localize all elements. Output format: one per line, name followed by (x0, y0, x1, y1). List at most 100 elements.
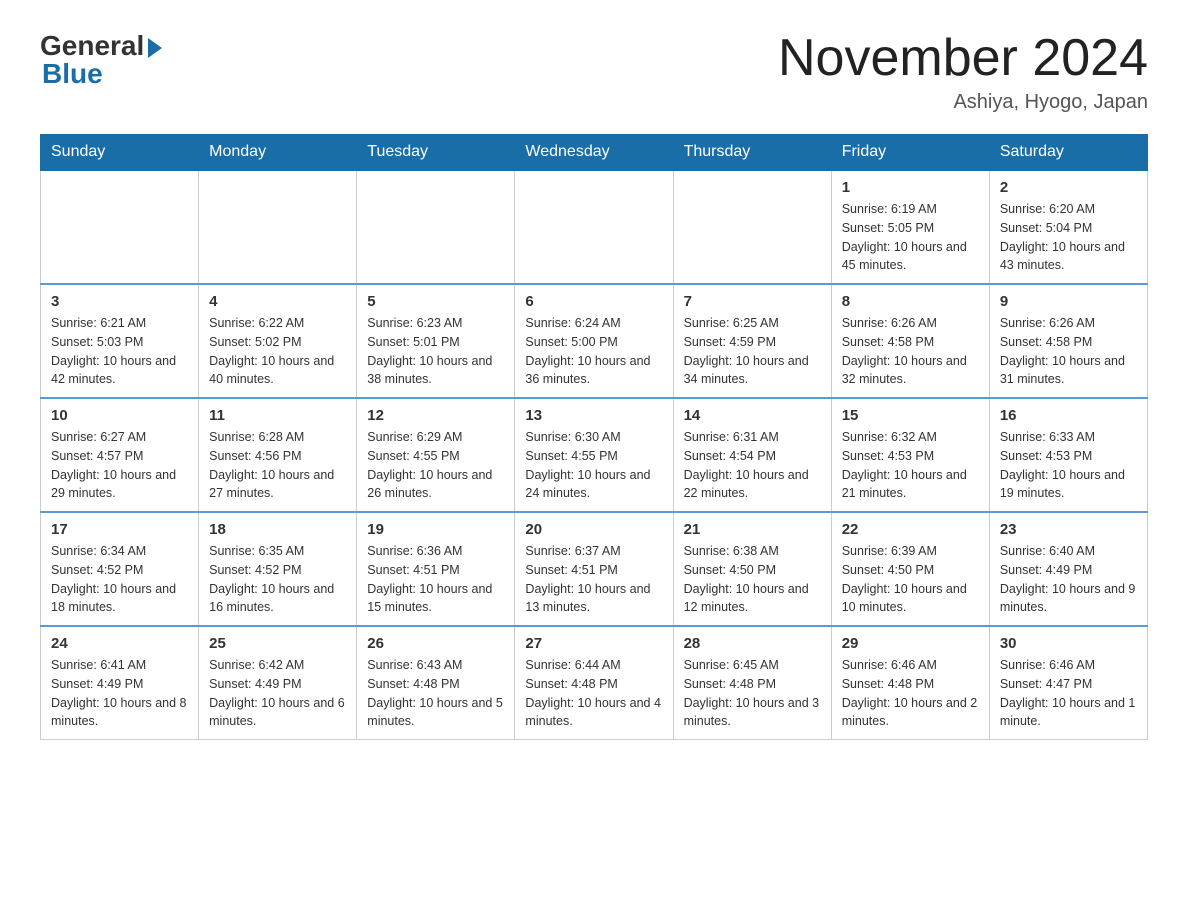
day-number: 29 (842, 635, 979, 652)
day-info: Sunrise: 6:36 AM Sunset: 4:51 PM Dayligh… (367, 542, 504, 617)
weekday-header-wednesday: Wednesday (515, 135, 673, 171)
calendar-table: SundayMondayTuesdayWednesdayThursdayFrid… (40, 134, 1148, 740)
calendar-cell (199, 170, 357, 284)
day-info: Sunrise: 6:46 AM Sunset: 4:47 PM Dayligh… (1000, 656, 1137, 731)
week-row-2: 3 Sunrise: 6:21 AM Sunset: 5:03 PM Daylig… (41, 284, 1148, 398)
day-info: Sunrise: 6:32 AM Sunset: 4:53 PM Dayligh… (842, 428, 979, 503)
calendar-cell: 23 Sunrise: 6:40 AM Sunset: 4:49 PM Dayli… (989, 512, 1147, 626)
weekday-header-sunday: Sunday (41, 135, 199, 171)
day-info: Sunrise: 6:44 AM Sunset: 4:48 PM Dayligh… (525, 656, 662, 731)
day-info: Sunrise: 6:31 AM Sunset: 4:54 PM Dayligh… (684, 428, 821, 503)
day-number: 7 (684, 293, 821, 310)
location-text: Ashiya, Hyogo, Japan (778, 91, 1148, 114)
week-row-4: 17 Sunrise: 6:34 AM Sunset: 4:52 PM Dayli… (41, 512, 1148, 626)
calendar-cell: 10 Sunrise: 6:27 AM Sunset: 4:57 PM Dayli… (41, 398, 199, 512)
day-number: 30 (1000, 635, 1137, 652)
day-info: Sunrise: 6:41 AM Sunset: 4:49 PM Dayligh… (51, 656, 188, 731)
calendar-cell: 13Sunrise: 6:30 AM Sunset: 4:55 PM Dayli… (515, 398, 673, 512)
day-number: 8 (842, 293, 979, 310)
day-info: Sunrise: 6:22 AM Sunset: 5:02 PM Dayligh… (209, 314, 346, 389)
calendar-cell: 6 Sunrise: 6:24 AM Sunset: 5:00 PM Daylig… (515, 284, 673, 398)
day-number: 17 (51, 521, 188, 538)
day-number: 15 (842, 407, 979, 424)
day-number: 11 (209, 407, 346, 424)
calendar-cell: 14 Sunrise: 6:31 AM Sunset: 4:54 PM Dayli… (673, 398, 831, 512)
calendar-cell: 26 Sunrise: 6:43 AM Sunset: 4:48 PM Dayli… (357, 626, 515, 740)
calendar-cell (357, 170, 515, 284)
page-header: General Blue November 2024 Ashiya, Hyogo… (40, 30, 1148, 114)
calendar-cell: 2 Sunrise: 6:20 AM Sunset: 5:04 PM Daylig… (989, 170, 1147, 284)
day-info: Sunrise: 6:43 AM Sunset: 4:48 PM Dayligh… (367, 656, 504, 731)
day-info: Sunrise: 6:46 AM Sunset: 4:48 PM Dayligh… (842, 656, 979, 731)
day-number: 26 (367, 635, 504, 652)
week-row-5: 24 Sunrise: 6:41 AM Sunset: 4:49 PM Dayli… (41, 626, 1148, 740)
weekday-header-friday: Friday (831, 135, 989, 171)
calendar-cell: 12 Sunrise: 6:29 AM Sunset: 4:55 PM Dayli… (357, 398, 515, 512)
day-number: 9 (1000, 293, 1137, 310)
day-info: Sunrise: 6:27 AM Sunset: 4:57 PM Dayligh… (51, 428, 188, 503)
day-number: 18 (209, 521, 346, 538)
week-row-3: 10 Sunrise: 6:27 AM Sunset: 4:57 PM Dayli… (41, 398, 1148, 512)
day-info: Sunrise: 6:38 AM Sunset: 4:50 PM Dayligh… (684, 542, 821, 617)
day-number: 21 (684, 521, 821, 538)
day-info: Sunrise: 6:39 AM Sunset: 4:50 PM Dayligh… (842, 542, 979, 617)
calendar-cell: 15 Sunrise: 6:32 AM Sunset: 4:53 PM Dayli… (831, 398, 989, 512)
calendar-cell (673, 170, 831, 284)
day-number: 27 (525, 635, 662, 652)
day-number: 10 (51, 407, 188, 424)
day-number: 14 (684, 407, 821, 424)
day-number: 23 (1000, 521, 1137, 538)
calendar-cell: 27 Sunrise: 6:44 AM Sunset: 4:48 PM Dayli… (515, 626, 673, 740)
calendar-cell: 4Sunrise: 6:22 AM Sunset: 5:02 PM Daylig… (199, 284, 357, 398)
calendar-cell: 3 Sunrise: 6:21 AM Sunset: 5:03 PM Daylig… (41, 284, 199, 398)
day-info: Sunrise: 6:29 AM Sunset: 4:55 PM Dayligh… (367, 428, 504, 503)
day-info: Sunrise: 6:23 AM Sunset: 5:01 PM Dayligh… (367, 314, 504, 389)
month-title: November 2024 (778, 30, 1148, 87)
day-number: 6 (525, 293, 662, 310)
day-number: 24 (51, 635, 188, 652)
week-row-1: 1 Sunrise: 6:19 AM Sunset: 5:05 PM Daylig… (41, 170, 1148, 284)
day-number: 5 (367, 293, 504, 310)
logo-blue-text: Blue (42, 58, 103, 90)
day-number: 1 (842, 179, 979, 196)
day-info: Sunrise: 6:25 AM Sunset: 4:59 PM Dayligh… (684, 314, 821, 389)
calendar-cell: 1 Sunrise: 6:19 AM Sunset: 5:05 PM Daylig… (831, 170, 989, 284)
day-info: Sunrise: 6:34 AM Sunset: 4:52 PM Dayligh… (51, 542, 188, 617)
day-info: Sunrise: 6:37 AM Sunset: 4:51 PM Dayligh… (525, 542, 662, 617)
calendar-cell: 11 Sunrise: 6:28 AM Sunset: 4:56 PM Dayli… (199, 398, 357, 512)
day-number: 25 (209, 635, 346, 652)
weekday-header-tuesday: Tuesday (357, 135, 515, 171)
day-info: Sunrise: 6:24 AM Sunset: 5:00 PM Dayligh… (525, 314, 662, 389)
calendar-cell: 22Sunrise: 6:39 AM Sunset: 4:50 PM Dayli… (831, 512, 989, 626)
day-info: Sunrise: 6:20 AM Sunset: 5:04 PM Dayligh… (1000, 200, 1137, 275)
day-number: 16 (1000, 407, 1137, 424)
calendar-cell: 9 Sunrise: 6:26 AM Sunset: 4:58 PM Daylig… (989, 284, 1147, 398)
day-number: 2 (1000, 179, 1137, 196)
calendar-cell: 28Sunrise: 6:45 AM Sunset: 4:48 PM Dayli… (673, 626, 831, 740)
calendar-cell: 19 Sunrise: 6:36 AM Sunset: 4:51 PM Dayli… (357, 512, 515, 626)
day-info: Sunrise: 6:28 AM Sunset: 4:56 PM Dayligh… (209, 428, 346, 503)
calendar-cell: 21 Sunrise: 6:38 AM Sunset: 4:50 PM Dayli… (673, 512, 831, 626)
logo-arrow-icon (148, 38, 162, 58)
day-number: 19 (367, 521, 504, 538)
day-info: Sunrise: 6:40 AM Sunset: 4:49 PM Dayligh… (1000, 542, 1137, 617)
calendar-cell: 7 Sunrise: 6:25 AM Sunset: 4:59 PM Daylig… (673, 284, 831, 398)
calendar-cell: 30 Sunrise: 6:46 AM Sunset: 4:47 PM Dayli… (989, 626, 1147, 740)
day-info: Sunrise: 6:42 AM Sunset: 4:49 PM Dayligh… (209, 656, 346, 731)
calendar-cell (515, 170, 673, 284)
weekday-header-row: SundayMondayTuesdayWednesdayThursdayFrid… (41, 135, 1148, 171)
day-number: 3 (51, 293, 188, 310)
day-info: Sunrise: 6:21 AM Sunset: 5:03 PM Dayligh… (51, 314, 188, 389)
day-info: Sunrise: 6:26 AM Sunset: 4:58 PM Dayligh… (1000, 314, 1137, 389)
day-info: Sunrise: 6:35 AM Sunset: 4:52 PM Dayligh… (209, 542, 346, 617)
weekday-header-saturday: Saturday (989, 135, 1147, 171)
day-number: 13 (525, 407, 662, 424)
calendar-cell: 5 Sunrise: 6:23 AM Sunset: 5:01 PM Daylig… (357, 284, 515, 398)
calendar-cell: 29 Sunrise: 6:46 AM Sunset: 4:48 PM Dayli… (831, 626, 989, 740)
day-info: Sunrise: 6:19 AM Sunset: 5:05 PM Dayligh… (842, 200, 979, 275)
calendar-cell (41, 170, 199, 284)
day-number: 12 (367, 407, 504, 424)
calendar-cell: 18 Sunrise: 6:35 AM Sunset: 4:52 PM Dayli… (199, 512, 357, 626)
day-info: Sunrise: 6:26 AM Sunset: 4:58 PM Dayligh… (842, 314, 979, 389)
day-info: Sunrise: 6:45 AM Sunset: 4:48 PM Dayligh… (684, 656, 821, 731)
